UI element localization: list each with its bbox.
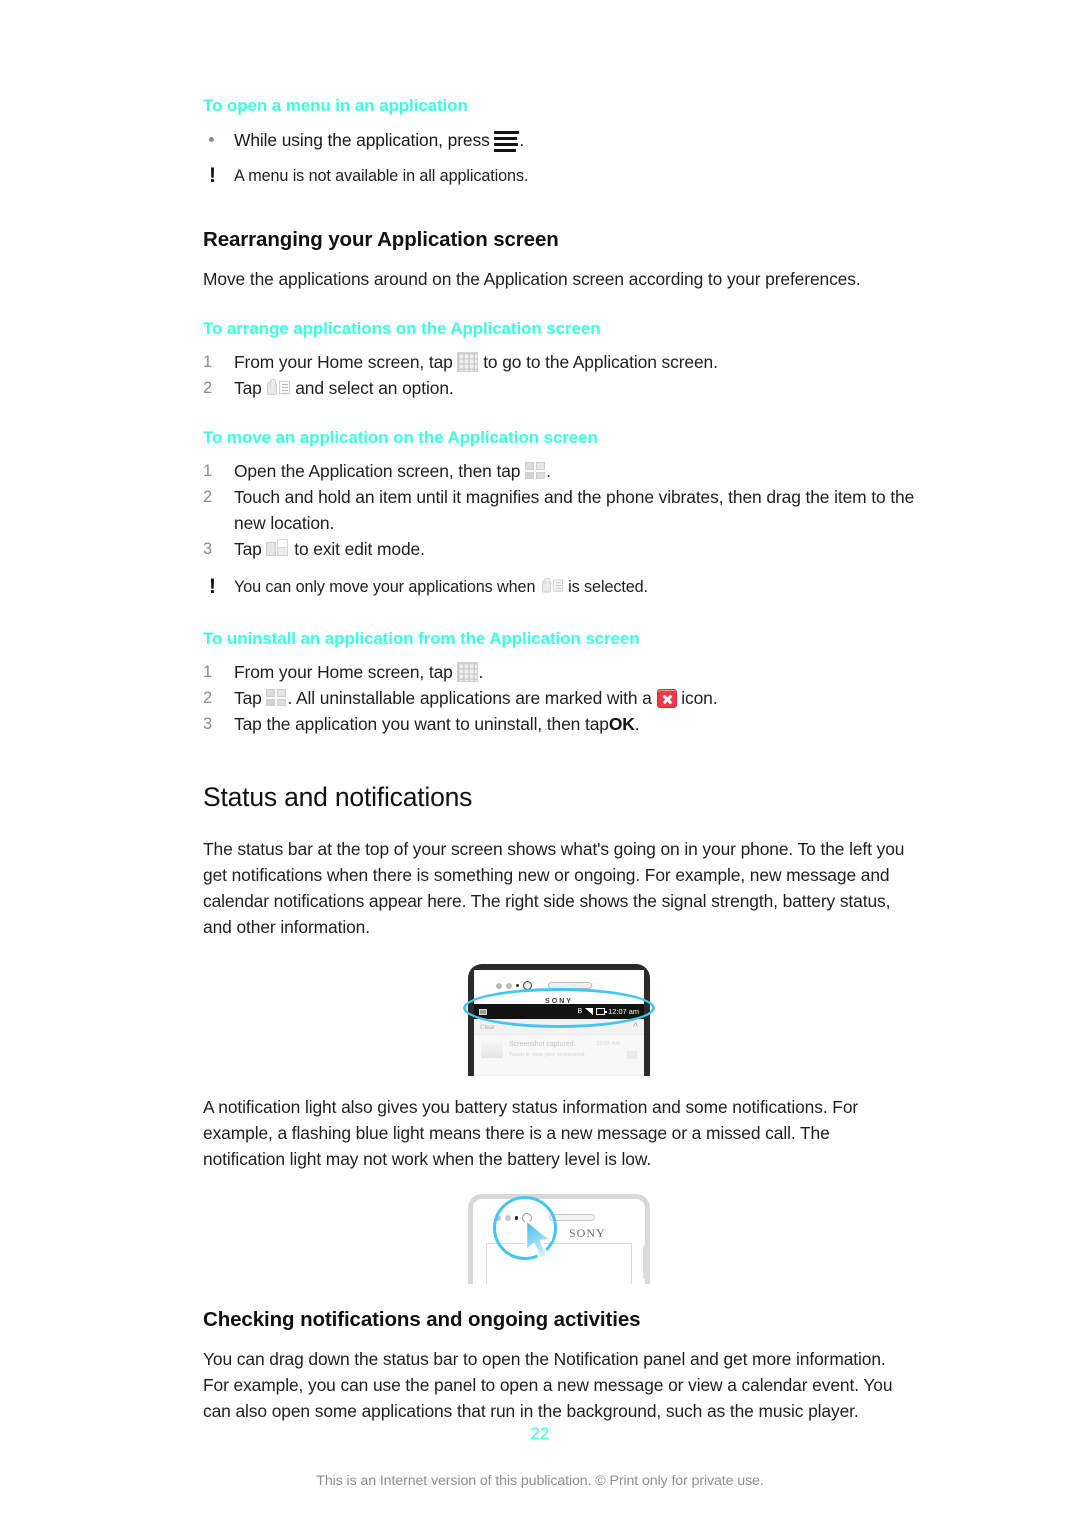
step-text-after: . bbox=[546, 461, 551, 481]
clear-label: Clear bbox=[480, 1023, 496, 1031]
sensor-dot-1 bbox=[496, 982, 502, 989]
note-move-applications: ! You can only move your applications wh… bbox=[203, 575, 915, 600]
step-uninstall-1: 1 From your Home screen, tap . bbox=[203, 659, 915, 685]
step-uninstall-2: 2 Tap . All uninstallable applications a… bbox=[203, 685, 915, 711]
step-text-after: . bbox=[478, 662, 484, 682]
chevron-up-icon: ^ bbox=[633, 1021, 638, 1033]
step-text-mid: . All uninstallable applications are mar… bbox=[287, 688, 652, 708]
paragraph-status-bar: The status bar at the top of your screen… bbox=[203, 839, 905, 937]
app-grid-icon bbox=[457, 662, 479, 682]
heading-checking-notifications: Checking notifications and ongoing activ… bbox=[203, 1308, 641, 1331]
step-text-before: Tap the application you want to uninstal… bbox=[234, 714, 609, 734]
move-steps-list: 1 Open the Application screen, then tap … bbox=[203, 458, 915, 562]
heading-open-menu: To open a menu in an application bbox=[203, 96, 468, 115]
note-text-after: is selected. bbox=[568, 578, 648, 596]
heading-rearranging: Rearranging your Application screen bbox=[203, 228, 559, 251]
power-button bbox=[643, 1245, 648, 1279]
step-move-3: 3 Tap to exit edit mode. bbox=[203, 536, 915, 562]
menu-icon bbox=[494, 131, 520, 153]
notification-title: Screenshot captured. bbox=[509, 1041, 576, 1048]
heading-uninstall-application: To uninstall an application from the App… bbox=[203, 629, 640, 648]
step-text-before: From your Home screen, tap bbox=[234, 662, 453, 682]
exit-edit-icon bbox=[266, 538, 289, 558]
step-arrange-2: 2 Tap and select an option. bbox=[203, 375, 915, 401]
note-text-before: You can only move your applications when bbox=[234, 578, 536, 596]
step-number: 2 bbox=[203, 689, 213, 707]
arrange-hand-icon bbox=[266, 378, 291, 398]
arrange-hand-icon bbox=[541, 577, 563, 595]
step-number: 2 bbox=[203, 488, 213, 506]
step-text-after: to go to the Application screen. bbox=[483, 352, 718, 372]
paragraph-rearranging-intro: Move the applications around on the Appl… bbox=[203, 269, 861, 289]
notification-thumbnail bbox=[481, 1042, 503, 1058]
quad-grid-icon bbox=[266, 689, 287, 707]
step-arrange-1: 1 From your Home screen, tap to go to th… bbox=[203, 349, 915, 375]
paragraph-notification-light: A notification light also gives you batt… bbox=[203, 1097, 859, 1169]
figure-status-bar-phone: SONY B 12:07 am Clear ^ Screenshot captu… bbox=[203, 958, 915, 1076]
uninstall-x-icon bbox=[656, 689, 677, 708]
step-uninstall-3: 3 Tap the application you want to uninst… bbox=[203, 711, 915, 737]
app-grid-icon bbox=[457, 352, 479, 372]
ok-label: OK bbox=[608, 714, 635, 734]
step-text-after: to exit edit mode. bbox=[294, 539, 425, 559]
notification-subtitle: Touch to view your screenshot. bbox=[509, 1052, 586, 1058]
step-number: 3 bbox=[203, 715, 213, 733]
step-number: 1 bbox=[203, 353, 213, 371]
step-number: 1 bbox=[203, 462, 213, 480]
step-text: Touch and hold an item until it magnifie… bbox=[234, 487, 915, 533]
step-text-after: . bbox=[634, 714, 640, 734]
heading-arrange-applications: To arrange applications on the Applicati… bbox=[203, 319, 601, 338]
step-number: 2 bbox=[203, 379, 213, 397]
exclamation-icon: ! bbox=[209, 164, 216, 187]
step-move-1: 1 Open the Application screen, then tap … bbox=[203, 458, 915, 484]
step-number: 1 bbox=[203, 663, 213, 681]
notification-action-icon bbox=[627, 1051, 637, 1059]
open-menu-bullets: While using the application, press . bbox=[203, 127, 915, 153]
step-text-before: Open the Application screen, then tap bbox=[234, 461, 521, 481]
arrange-steps-list: 1 From your Home screen, tap to go to th… bbox=[203, 349, 915, 401]
notification-card: Screenshot captured. Touch to view your … bbox=[474, 1034, 644, 1074]
heading-move-application: To move an application on the Applicatio… bbox=[203, 428, 598, 447]
figure-notification-light-phone: SONY bbox=[203, 1188, 915, 1284]
step-text-before: Tap bbox=[234, 539, 262, 559]
step-text-before: Tap bbox=[234, 378, 262, 398]
step-number: 3 bbox=[203, 540, 213, 558]
step-text-before: Tap bbox=[234, 688, 262, 708]
note-menu-availability: ! A menu is not available in all applica… bbox=[203, 164, 915, 189]
document-page: To open a menu in an application While u… bbox=[0, 0, 1080, 1527]
arrow-cursor-icon bbox=[524, 1218, 553, 1261]
paragraph-checking-notifications: You can drag down the status bar to open… bbox=[203, 1349, 893, 1421]
exclamation-icon: ! bbox=[209, 575, 216, 598]
phone-brand-label: SONY bbox=[569, 1226, 606, 1240]
step-move-2: 2 Touch and hold an item until it magnif… bbox=[203, 484, 915, 536]
notification-light bbox=[516, 984, 519, 987]
bullet-text-after: . bbox=[519, 130, 525, 150]
step-text-before: From your Home screen, tap bbox=[234, 352, 453, 372]
notification-time: 12:06 AM bbox=[596, 1041, 620, 1047]
step-text-after: and select an option. bbox=[295, 378, 454, 398]
sensor-dot-2 bbox=[506, 982, 512, 989]
page-number: 22 bbox=[530, 1424, 550, 1443]
bullet-text-before: While using the application, press bbox=[234, 130, 490, 150]
note-text: A menu is not available in all applicati… bbox=[234, 167, 529, 185]
footer-note: This is an Internet version of this publ… bbox=[316, 1473, 764, 1489]
uninstall-steps-list: 1 From your Home screen, tap . 2 Tap . A… bbox=[203, 659, 915, 737]
bullet-press-menu: While using the application, press . bbox=[203, 127, 915, 153]
page-content: To open a menu in an application While u… bbox=[203, 96, 915, 1424]
status-bar-highlight-ellipse bbox=[463, 988, 655, 1028]
bullet-dot bbox=[209, 137, 214, 142]
heading-status-and-notifications: Status and notifications bbox=[203, 782, 473, 812]
step-text-after: icon. bbox=[681, 688, 718, 708]
quad-grid-icon bbox=[525, 462, 546, 480]
